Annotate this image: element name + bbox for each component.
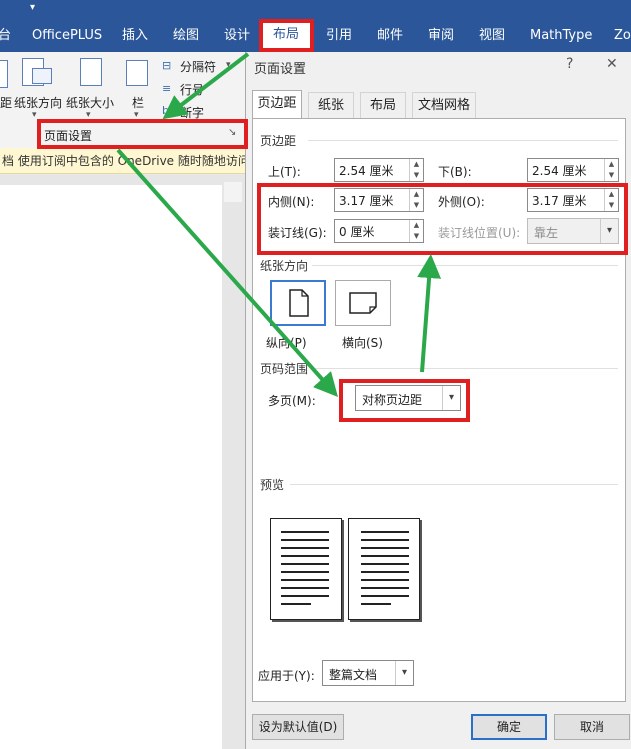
breaks-dropdown-icon[interactable]: ▾ (226, 60, 231, 70)
dialog-title: 页面设置 (254, 62, 307, 77)
orientation-section-title: 纸张方向 (260, 259, 309, 273)
portrait-label[interactable]: 纵向(P) (266, 334, 307, 351)
orientation-button[interactable]: 纸张方向 (14, 94, 62, 111)
dialog-launcher-icon[interactable]: ↘ (228, 127, 236, 138)
outside-margin-label: 外侧(O): (438, 195, 485, 209)
landscape-label[interactable]: 横向(S) (342, 334, 383, 351)
ribbon-tab-design[interactable]: 设计 (224, 20, 250, 52)
spinner-arrows[interactable]: ▲ ▼ (604, 189, 618, 211)
ribbon-tab-fragment[interactable]: 台 (0, 20, 11, 52)
hyphenation-icon: bc (162, 104, 176, 117)
section-divider (312, 265, 618, 266)
ribbon-tab-officeplus[interactable]: OfficePLUS (32, 20, 102, 52)
gutter-label: 装订线(G): (268, 226, 327, 240)
section-divider (308, 140, 618, 141)
ribbon-tab-zotero[interactable]: Zo (614, 20, 631, 52)
document-page[interactable] (0, 185, 222, 749)
bottom-margin-value[interactable]: 2.54 厘米 (532, 162, 587, 179)
ok-button[interactable]: 确定 (471, 714, 547, 740)
line-numbers-button[interactable]: 行号 (180, 81, 204, 98)
ribbon-tab-mailings[interactable]: 邮件 (377, 20, 403, 52)
spinner-arrows[interactable]: ▲ ▼ (604, 159, 618, 181)
tab-paper[interactable]: 纸张 (308, 92, 354, 118)
ribbon-tab-draw[interactable]: 绘图 (173, 20, 199, 52)
page-size-icon[interactable] (80, 58, 102, 86)
bottom-margin-spinner[interactable]: 2.54 厘米 ▲ ▼ (527, 158, 619, 182)
vertical-ruler (224, 182, 242, 202)
hyphenation-button[interactable]: 断字 (180, 104, 204, 121)
ribbon-tab-insert[interactable]: 插入 (122, 20, 148, 52)
orientation-dropdown-icon[interactable]: ▾ (32, 110, 37, 120)
landscape-option[interactable] (335, 280, 391, 326)
multiple-pages-label: 多页(M): (268, 394, 316, 408)
top-margin-label: 上(T): (268, 165, 301, 179)
page-size-dropdown-icon[interactable]: ▾ (86, 110, 91, 120)
ribbon-tab-mathtype[interactable]: MathType (530, 20, 592, 52)
spinner-arrows[interactable]: ▲ ▼ (409, 159, 423, 181)
multiple-pages-value[interactable]: 对称页边距 (362, 391, 422, 408)
breaks-button[interactable]: 分隔符 (180, 58, 216, 75)
ribbon-tab-review[interactable]: 审阅 (428, 20, 454, 52)
help-icon[interactable]: ? (566, 56, 573, 72)
ribbon-tab-layout[interactable]: 布局 (262, 20, 311, 50)
outside-margin-value[interactable]: 3.17 厘米 (532, 192, 587, 209)
tab-layout[interactable]: 布局 (360, 92, 406, 118)
close-icon[interactable]: ✕ (606, 56, 618, 72)
portrait-option[interactable] (270, 280, 326, 326)
ribbon-tab-view[interactable]: 视图 (479, 20, 505, 52)
outside-margin-spinner[interactable]: 3.17 厘米 ▲ ▼ (527, 188, 619, 212)
columns-icon[interactable] (126, 60, 148, 86)
columns-button[interactable]: 栏 (132, 94, 144, 111)
tab-margins[interactable]: 页边距 (252, 90, 302, 119)
section-divider (290, 484, 618, 485)
bottom-margin-label: 下(B): (438, 165, 472, 179)
gutter-position-label: 装订线位置(U): (438, 226, 521, 240)
top-margin-spinner[interactable]: 2.54 厘米 ▲ ▼ (334, 158, 424, 182)
inside-margin-spinner[interactable]: 3.17 厘米 ▲ ▼ (334, 188, 424, 212)
gutter-position-select: 靠左 ▾ (527, 218, 619, 244)
inside-margin-label: 内侧(N): (268, 195, 315, 209)
quick-access-dropdown-icon[interactable]: ▾ (30, 2, 35, 13)
preview-page-left (270, 518, 342, 620)
section-divider (312, 368, 618, 369)
breaks-icon: ⊟ (162, 59, 172, 72)
spinner-arrows[interactable]: ▲ ▼ (409, 220, 423, 242)
page-size-button[interactable]: 纸张大小 (66, 94, 114, 111)
portrait-page-icon (289, 289, 309, 317)
margins-section-title: 页边距 (260, 134, 297, 148)
chevron-down-icon: ▾ (600, 219, 618, 243)
preview-page-right (348, 518, 420, 620)
ribbon-tab-bar: 台 OfficePLUS 插入 绘图 设计 布局 引用 邮件 审阅 视图 Mat… (0, 20, 631, 52)
orientation-icon-back (32, 68, 52, 84)
page-setup-group-label: 页面设置 (44, 129, 93, 143)
chevron-down-icon[interactable]: ▾ (395, 661, 413, 685)
spinner-arrows[interactable]: ▲ ▼ (409, 189, 423, 211)
page-setup-group-row: 页面设置 ↘ (0, 122, 245, 148)
ribbon-tab-references[interactable]: 引用 (326, 20, 352, 52)
line-numbers-icon: ≡ (162, 82, 172, 95)
preview-section-title: 预览 (260, 478, 285, 492)
pages-section-title: 页码范围 (260, 362, 309, 376)
landscape-page-icon (349, 292, 377, 314)
top-margin-value[interactable]: 2.54 厘米 (339, 162, 394, 179)
cancel-button[interactable]: 取消 (554, 714, 630, 740)
tab-document-grid[interactable]: 文档网格 (412, 92, 476, 118)
chevron-down-icon[interactable]: ▾ (442, 386, 460, 410)
title-bar: ▾ (0, 0, 631, 20)
gutter-value[interactable]: 0 厘米 (339, 223, 374, 240)
apply-to-select[interactable]: 整篇文档 ▾ (322, 660, 414, 686)
margins-button[interactable]: 距 (0, 94, 12, 111)
inside-margin-value[interactable]: 3.17 厘米 (339, 192, 394, 209)
margins-icon[interactable] (0, 60, 8, 88)
columns-dropdown-icon[interactable]: ▾ (134, 110, 139, 120)
onedrive-notice-bar: 档 使用订阅中包含的 OneDrive 随时随地访问 (0, 148, 245, 174)
apply-to-value[interactable]: 整篇文档 (329, 666, 377, 683)
page-setup-dialog: 页面设置 ? ✕ 页边距 纸张 布局 文档网格 页边距 上(T): 2.54 厘… (245, 52, 631, 749)
apply-to-label: 应用于(Y): (258, 669, 315, 683)
multiple-pages-select[interactable]: 对称页边距 ▾ (355, 385, 461, 411)
set-as-default-button[interactable]: 设为默认值(D) (252, 714, 344, 740)
gutter-position-value: 靠左 (534, 226, 559, 240)
gutter-spinner[interactable]: 0 厘米 ▲ ▼ (334, 219, 424, 243)
